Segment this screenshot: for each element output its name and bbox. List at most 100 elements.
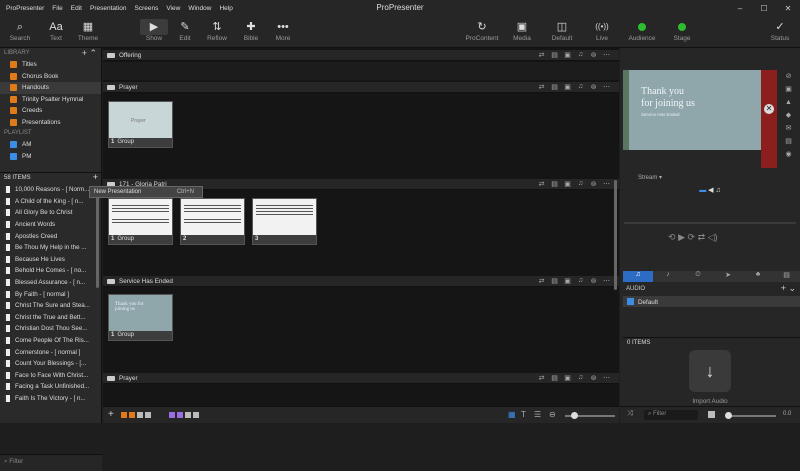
list-item[interactable]: Behold He Comes - [ no... [0, 265, 96, 277]
group-icon[interactable]: ⇄ [535, 180, 548, 188]
clear-slide-icon[interactable]: ▣ [777, 83, 800, 96]
slide-thumbnail[interactable]: Thank you for joining us 1 Group [108, 294, 173, 341]
list-item[interactable]: By Faith - [ normal ] [0, 288, 96, 300]
announce-tab-icon[interactable]: ◀ [708, 187, 713, 194]
list-item[interactable]: Christ The Sure and Stea... [0, 300, 96, 312]
menu-help[interactable]: Help [215, 5, 236, 12]
list-item[interactable]: Facing a Task Unfinished... [0, 381, 96, 393]
list-item[interactable]: Faith Is The Victory - [ n... [0, 393, 96, 405]
menu-screens[interactable]: Screens [130, 5, 162, 12]
close-button[interactable]: ✕ [776, 0, 800, 17]
slide-thumbnail[interactable]: Prayer 1 Group [108, 101, 173, 148]
more-icon[interactable]: ⋯ [600, 83, 613, 91]
checker-swatch[interactable] [185, 412, 191, 418]
items-filter[interactable]: ⌕ Filter [0, 454, 102, 471]
audio-icon[interactable]: ♫ [574, 83, 587, 91]
cue-icon[interactable]: ⊚ [587, 83, 600, 91]
audio-add-icon[interactable]: + ⌄ [781, 283, 796, 294]
theme-button[interactable]: ▦ Theme [70, 19, 106, 42]
list-item[interactable]: Be Thou My Help in the ... [0, 242, 96, 254]
status-button[interactable]: ✓ Status [762, 19, 798, 42]
slide-icon[interactable]: ▤ [548, 180, 561, 188]
props-tab-icon[interactable]: ➤ [713, 271, 743, 282]
list-item[interactable]: Come People Of The Ris... [0, 335, 96, 347]
clear-all-icon[interactable]: ⊘ [777, 70, 800, 83]
slide-icon[interactable]: ▤ [548, 374, 561, 382]
slide-icon[interactable]: ▤ [548, 277, 561, 285]
clear-media-icon[interactable]: ▲ [777, 96, 800, 109]
group-icon[interactable]: ⇄ [535, 277, 548, 285]
video-tab-icon[interactable]: ▬ [699, 187, 706, 194]
library-add-icon[interactable]: + ⌃ [82, 48, 97, 59]
add-icon[interactable]: + [108, 409, 114, 420]
list-item[interactable]: Because He Lives [0, 254, 96, 266]
minimize-button[interactable]: – [728, 0, 752, 17]
audio-tab-icon[interactable]: ♫ [623, 271, 653, 282]
list-item[interactable]: All Glory Be to Christ [0, 207, 96, 219]
more-icon[interactable]: ⋯ [600, 277, 613, 285]
stage-toggle[interactable]: Stage [664, 19, 700, 42]
more-icon[interactable]: ⋯ [600, 51, 613, 59]
more-icon[interactable]: ⋯ [600, 374, 613, 382]
purple-swatch[interactable] [169, 412, 175, 418]
stage-tab-icon[interactable]: ♣ [743, 271, 773, 282]
stream-selector[interactable]: Stream ▾ [638, 174, 662, 181]
media-button[interactable]: ▣ Media [504, 19, 540, 42]
items-scrollbar[interactable] [96, 188, 99, 288]
bible-button[interactable]: ✚ Bible [233, 19, 269, 42]
macros-tab-icon[interactable]: ▤ [773, 271, 800, 282]
slide-icon[interactable]: ▤ [548, 83, 561, 91]
orange-swatch[interactable] [121, 412, 127, 418]
slide-thumbnail[interactable]: 3 [252, 198, 317, 245]
menu-file[interactable]: File [48, 5, 66, 12]
music-tab-icon[interactable]: ♫ [716, 187, 721, 194]
group-icon[interactable]: ⇄ [535, 51, 548, 59]
media-icon[interactable]: ▣ [561, 277, 574, 285]
list-item[interactable]: Ancient Words [0, 219, 96, 231]
checker-swatch[interactable] [193, 412, 199, 418]
text-button[interactable]: Aa Text [38, 19, 74, 42]
edit-mode-button[interactable]: ✎ Edit [167, 19, 203, 42]
more-button[interactable]: ••• More [265, 19, 301, 42]
default-look-button[interactable]: ◫ Default [544, 19, 580, 42]
forward-icon[interactable]: ⟳ [688, 232, 696, 242]
cue-icon[interactable]: ⊚ [587, 180, 600, 188]
list-item[interactable]: Cornerstone - [ normal ] [0, 346, 96, 358]
checker-swatch[interactable] [145, 412, 151, 418]
play-icon[interactable]: ▶ [678, 232, 685, 242]
mic-tab-icon[interactable]: ♪ [653, 271, 683, 282]
shuffle-icon[interactable]: ⤨ [627, 410, 633, 418]
menu-presentation[interactable]: Presentation [86, 5, 131, 12]
group-icon[interactable]: ⇄ [535, 83, 548, 91]
text-view-icon[interactable]: T [521, 410, 526, 419]
rewind-icon[interactable]: ⟲ [668, 232, 676, 242]
audio-filter-input[interactable]: ⌕ Filter [644, 410, 698, 420]
section-bar[interactable]: Service Has Ended ⇄ ▤ ▣ ♫ ⊚ ⋯ [103, 276, 619, 287]
clear-props-icon[interactable]: ◆ [777, 109, 800, 122]
media-icon[interactable]: ▣ [561, 180, 574, 188]
library-item[interactable]: Trinity Psalter Hymnal [0, 94, 101, 106]
transport-progress[interactable] [624, 222, 796, 224]
checker-swatch[interactable] [137, 412, 143, 418]
playlist-item[interactable]: PM [0, 151, 101, 163]
audio-volume-thumb[interactable] [725, 412, 732, 419]
media-icon[interactable]: ▣ [561, 83, 574, 91]
media-icon[interactable]: ▣ [561, 374, 574, 382]
menu-propresenter[interactable]: ProPresenter [2, 5, 48, 12]
library-item[interactable]: Creeds [0, 105, 101, 117]
menu-window[interactable]: Window [184, 5, 215, 12]
audio-volume-slider[interactable] [725, 412, 776, 419]
library-item[interactable]: Titles [0, 59, 101, 71]
timer-tab-icon[interactable]: ⏲ [683, 271, 713, 282]
list-item[interactable]: Blessed Assurance - [ n... [0, 277, 96, 289]
audio-icon[interactable]: ♫ [574, 51, 587, 59]
section-bar[interactable]: Prayer ⇄ ▤ ▣ ♫ ⊚ ⋯ [103, 373, 619, 384]
search-button[interactable]: ⌕ Search [2, 19, 38, 42]
list-item[interactable]: Apostles Creed [0, 230, 96, 242]
clear-audio-icon[interactable]: ▤ [777, 135, 800, 148]
slide-thumbnail[interactable]: 1 Group [108, 198, 173, 245]
audio-icon[interactable]: ♫ [574, 180, 587, 188]
clear-messages-icon[interactable]: ✉ [777, 122, 800, 135]
playlist-item[interactable]: AM [0, 139, 101, 151]
audio-playlist-item[interactable]: Default [623, 296, 800, 307]
